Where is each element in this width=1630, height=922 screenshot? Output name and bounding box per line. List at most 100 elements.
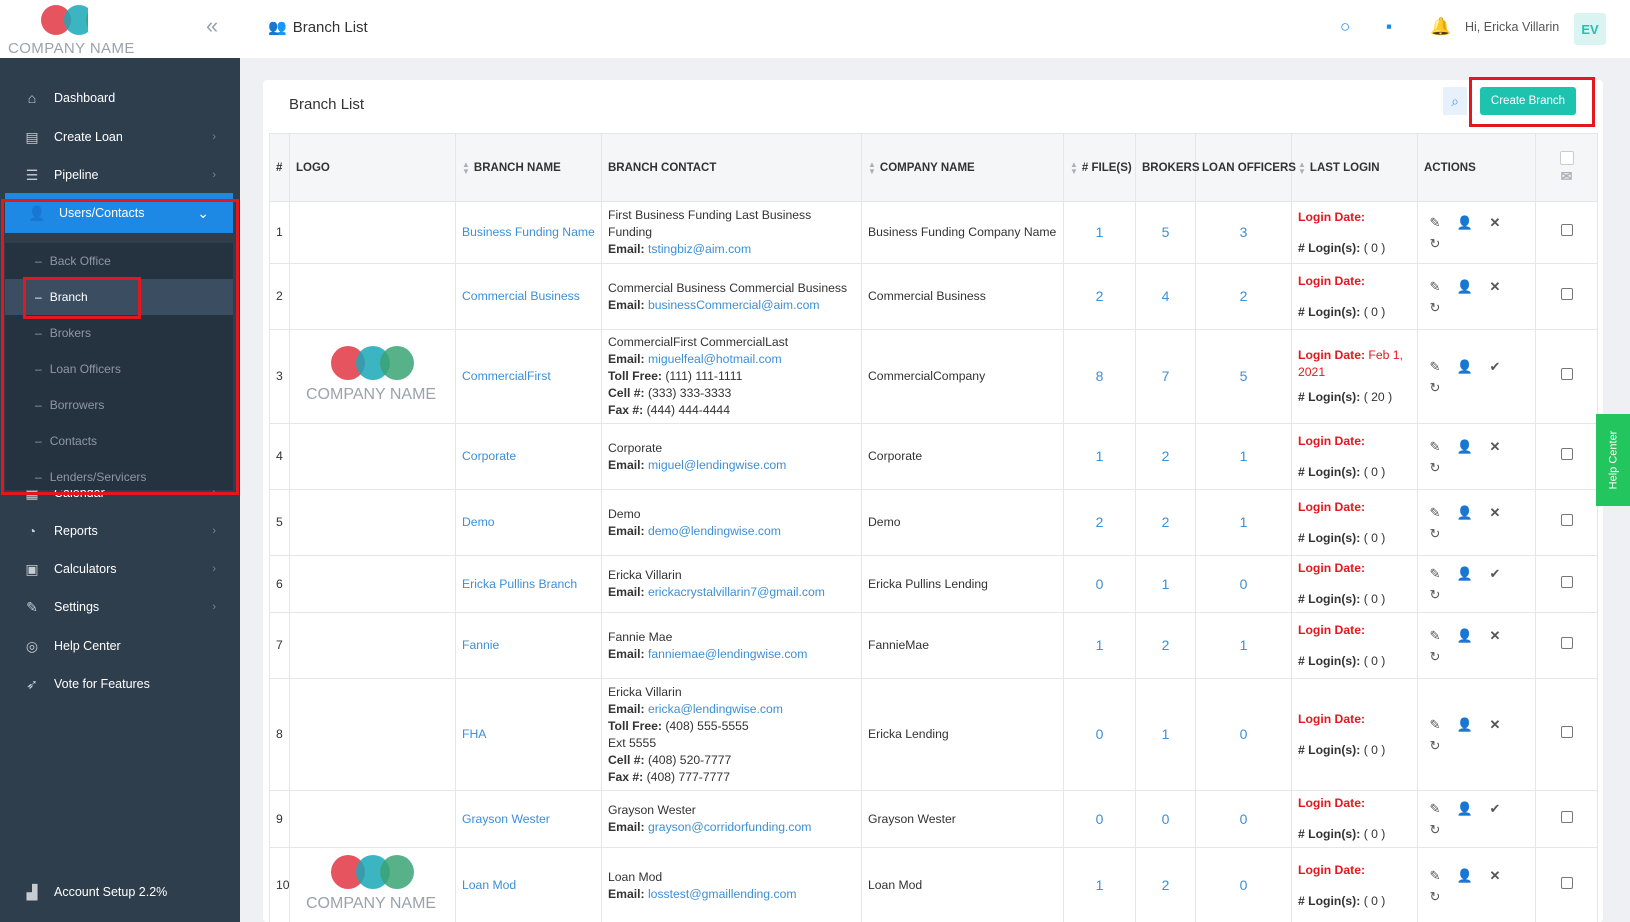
user-assign-icon[interactable]: 👤 xyxy=(1454,358,1476,375)
refresh-icon[interactable]: ↻ xyxy=(1424,586,1446,603)
refresh-icon[interactable]: ↻ xyxy=(1424,379,1446,396)
brokers-count-link[interactable]: 1 xyxy=(1135,555,1196,613)
col-company-name[interactable]: ▲ ▼ COMPANY NAME xyxy=(861,133,1064,202)
loan-officers-count-link[interactable]: 0 xyxy=(1195,847,1292,922)
files-count-link[interactable]: 0 xyxy=(1063,555,1136,613)
avatar[interactable]: EV xyxy=(1574,13,1606,45)
row-checkbox[interactable] xyxy=(1560,514,1573,526)
loan-officers-count-link[interactable]: 1 xyxy=(1195,612,1292,679)
loan-officers-count-link[interactable]: 1 xyxy=(1195,423,1292,490)
row-checkbox[interactable] xyxy=(1560,368,1573,380)
brokers-count-link[interactable]: 1 xyxy=(1135,678,1196,791)
loan-officers-count-link[interactable]: 1 xyxy=(1195,489,1292,556)
row-checkbox[interactable] xyxy=(1560,877,1573,889)
sidebar-item-calculators[interactable]: ▣ Calculators › xyxy=(0,549,240,589)
col-branch-name[interactable]: ▲ ▼ BRANCH NAME xyxy=(455,133,602,202)
account-setup[interactable]: ▟ Account Setup 2.2% xyxy=(0,872,240,912)
deactivate-icon[interactable]: ✕ xyxy=(1484,278,1506,295)
brokers-count-link[interactable]: 2 xyxy=(1135,847,1196,922)
refresh-icon[interactable]: ↻ xyxy=(1424,459,1446,476)
files-count-link[interactable]: 2 xyxy=(1063,489,1136,556)
edit-icon[interactable]: ✎ xyxy=(1424,438,1446,455)
deactivate-icon[interactable]: ✕ xyxy=(1484,867,1506,884)
user-assign-icon[interactable]: 👤 xyxy=(1454,565,1476,582)
user-assign-icon[interactable]: 👤 xyxy=(1454,627,1476,644)
sidebar-item-create-loan[interactable]: ▤ Create Loan › xyxy=(0,117,240,157)
refresh-icon[interactable]: ↻ xyxy=(1424,525,1446,542)
user-greeting[interactable]: Hi, Ericka Villarin xyxy=(1465,20,1559,34)
brokers-count-link[interactable]: 5 xyxy=(1135,201,1196,264)
row-checkbox[interactable] xyxy=(1560,575,1573,588)
branch-name-link[interactable]: CommercialFirst xyxy=(455,329,602,424)
branch-name-link[interactable]: Ericka Pullins Branch xyxy=(455,555,602,613)
branch-name-link[interactable]: FHA xyxy=(455,678,602,791)
sidebar-item-dashboard[interactable]: ⌂ Dashboard xyxy=(0,78,240,118)
row-checkbox[interactable] xyxy=(1560,448,1573,460)
brokers-count-link[interactable]: 2 xyxy=(1135,612,1196,679)
files-count-link[interactable]: 1 xyxy=(1063,423,1136,490)
loan-officers-count-link[interactable]: 0 xyxy=(1195,790,1292,848)
sort-icon[interactable]: ▲ ▼ xyxy=(1070,160,1078,175)
loan-officers-count-link[interactable]: 0 xyxy=(1195,678,1292,791)
refresh-icon[interactable]: ↻ xyxy=(1424,821,1446,838)
activate-icon[interactable]: ✔ xyxy=(1484,800,1506,817)
brokers-count-link[interactable]: 2 xyxy=(1135,423,1196,490)
refresh-icon[interactable]: ↻ xyxy=(1424,648,1446,665)
sort-icon[interactable]: ▲ ▼ xyxy=(462,160,470,175)
files-count-link[interactable]: 1 xyxy=(1063,847,1136,922)
deactivate-icon[interactable]: ✕ xyxy=(1484,214,1506,231)
notes-icon[interactable]: ▪ xyxy=(1386,17,1392,37)
deactivate-icon[interactable]: ✕ xyxy=(1484,716,1506,733)
files-count-link[interactable]: 8 xyxy=(1063,329,1136,424)
deactivate-icon[interactable]: ✕ xyxy=(1484,627,1506,644)
edit-icon[interactable]: ✎ xyxy=(1424,214,1446,231)
deactivate-icon[interactable]: ✕ xyxy=(1484,504,1506,521)
files-count-link[interactable]: 2 xyxy=(1063,263,1136,330)
edit-icon[interactable]: ✎ xyxy=(1424,358,1446,375)
refresh-icon[interactable]: ↻ xyxy=(1424,299,1446,316)
search-icon[interactable]: ○ xyxy=(1340,17,1350,37)
row-checkbox[interactable] xyxy=(1560,726,1573,738)
brokers-count-link[interactable]: 2 xyxy=(1135,489,1196,556)
sidebar-item-reports[interactable]: ◔ Reports › xyxy=(0,511,240,551)
edit-icon[interactable]: ✎ xyxy=(1424,800,1446,817)
user-assign-icon[interactable]: 👤 xyxy=(1454,716,1476,733)
edit-icon[interactable]: ✎ xyxy=(1424,565,1446,582)
user-assign-icon[interactable]: 👤 xyxy=(1454,867,1476,884)
activate-icon[interactable]: ✔ xyxy=(1484,565,1506,582)
loan-officers-count-link[interactable]: 2 xyxy=(1195,263,1292,330)
branch-name-link[interactable]: Commercial Business xyxy=(455,263,602,330)
row-checkbox[interactable] xyxy=(1560,288,1573,300)
files-count-link[interactable]: 1 xyxy=(1063,201,1136,264)
user-assign-icon[interactable]: 👤 xyxy=(1454,278,1476,295)
files-count-link[interactable]: 0 xyxy=(1063,790,1136,848)
brokers-count-link[interactable]: 0 xyxy=(1135,790,1196,848)
deactivate-icon[interactable]: ✕ xyxy=(1484,438,1506,455)
edit-icon[interactable]: ✎ xyxy=(1424,504,1446,521)
col-last-login[interactable]: ▲ ▼ LAST LOGIN xyxy=(1291,133,1418,202)
files-count-link[interactable]: 1 xyxy=(1063,612,1136,679)
user-assign-icon[interactable]: 👤 xyxy=(1454,438,1476,455)
bell-icon[interactable]: 🔔 xyxy=(1430,17,1451,37)
email-icon[interactable]: ✉ xyxy=(1561,168,1573,184)
sidebar-item-pipeline[interactable]: ☰ Pipeline › xyxy=(0,155,240,195)
edit-icon[interactable]: ✎ xyxy=(1424,716,1446,733)
refresh-icon[interactable]: ↻ xyxy=(1424,235,1446,252)
edit-icon[interactable]: ✎ xyxy=(1424,867,1446,884)
sort-icon[interactable]: ▲ ▼ xyxy=(1298,160,1306,175)
activate-icon[interactable]: ✔ xyxy=(1484,358,1506,375)
select-all-checkbox[interactable] xyxy=(1559,150,1574,165)
row-checkbox[interactable] xyxy=(1560,810,1573,823)
row-checkbox[interactable] xyxy=(1560,224,1573,236)
branch-name-link[interactable]: Fannie xyxy=(455,612,602,679)
sidebar-item-settings[interactable]: ✎ Settings › xyxy=(0,587,240,627)
branch-name-link[interactable]: Demo xyxy=(455,489,602,556)
help-center-tab[interactable]: Help Center xyxy=(1596,414,1630,506)
refresh-icon[interactable]: ↻ xyxy=(1424,888,1446,905)
edit-icon[interactable]: ✎ xyxy=(1424,278,1446,295)
loan-officers-count-link[interactable]: 5 xyxy=(1195,329,1292,424)
user-assign-icon[interactable]: 👤 xyxy=(1454,800,1476,817)
user-assign-icon[interactable]: 👤 xyxy=(1454,214,1476,231)
loan-officers-count-link[interactable]: 3 xyxy=(1195,201,1292,264)
sidebar-item-vote-for-features[interactable]: ➶ Vote for Features xyxy=(0,664,240,704)
